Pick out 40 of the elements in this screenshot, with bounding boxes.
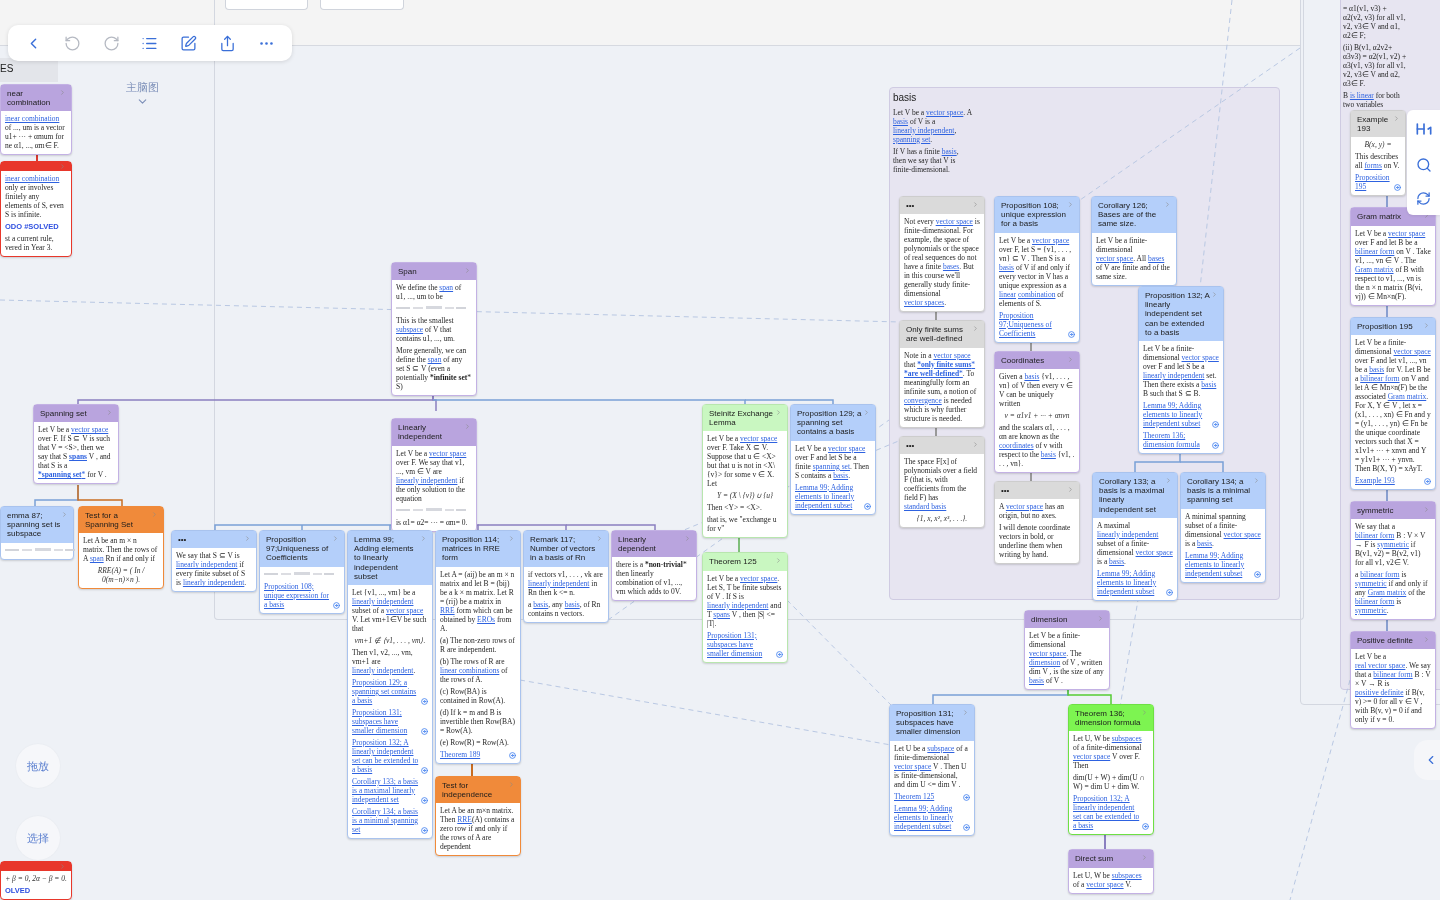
node-title: Test for a Spanning Set xyxy=(85,511,135,530)
node-title: ••• xyxy=(178,535,187,545)
node-title: symmetric xyxy=(1357,505,1394,515)
node-title: ••• xyxy=(906,201,915,211)
node-card[interactable]: emma 87; spanning set is subspace xyxy=(0,506,74,560)
node-title: Coordinates xyxy=(1001,355,1045,365)
node-title: Theorem 125 xyxy=(709,557,757,567)
map-title[interactable]: 主脑图 xyxy=(126,80,159,108)
node-title: Only finite sums are well-defined xyxy=(906,325,964,344)
node-title: Steinitz Exchange Lemma xyxy=(709,409,775,428)
node-title: Example 193 xyxy=(1357,115,1390,134)
node-title: Corollary 126; Bases are of the same size. xyxy=(1098,201,1158,229)
node-title: Theorem 136; dimension formula xyxy=(1075,709,1141,728)
node-title: Lemma 99; Adding elements to linearly independent subset xyxy=(354,535,415,581)
node-title: ••• xyxy=(1001,485,1010,495)
node-title: Proposition 131; subspaces have smaller dimension xyxy=(896,709,962,737)
node-title: Proposition 129; a spanning set contains a basis xyxy=(797,409,863,437)
node-title: Remark 117; Number of vectors in a basis of Rn xyxy=(530,535,596,563)
node-title: Positive definite xyxy=(1357,635,1414,646)
node-title: Gram matrix xyxy=(1357,212,1401,222)
node-title: Corollary 133; a basis is a maximal linearly independent set xyxy=(1099,477,1165,514)
mode-button[interactable]: 选择 xyxy=(16,816,60,860)
node-title: Linearly dependent xyxy=(618,535,657,554)
node-title: Proposition 97;Uniqueness of Coefficients xyxy=(266,535,330,563)
node-title: near combination xyxy=(7,89,52,108)
node-title: basis xyxy=(893,92,917,104)
mode-button[interactable]: 拖放 xyxy=(16,744,60,788)
node-title: Proposition 114; matrices in RRE form xyxy=(442,535,501,563)
node-title: Corollary 134; a basis is a minimal spanning set xyxy=(1187,477,1252,505)
node-title: Proposition 195 xyxy=(1357,321,1413,331)
node-title: Proposition 132; A linearly independent set can be extended to a basis xyxy=(1145,291,1211,337)
node-title: Linearly independent xyxy=(398,423,444,442)
node-title: Direct sum xyxy=(1075,854,1114,864)
node-title: ••• xyxy=(906,440,915,450)
node-title: Test for independence xyxy=(442,780,494,799)
node-title: emma 87; spanning set is subspace xyxy=(7,511,61,539)
node-title: Proposition 108; unique expression for a basis xyxy=(1001,201,1067,229)
node-title: dimension xyxy=(1031,615,1068,625)
node-title: Spanning set xyxy=(40,409,87,419)
node-title: Span xyxy=(398,267,417,277)
